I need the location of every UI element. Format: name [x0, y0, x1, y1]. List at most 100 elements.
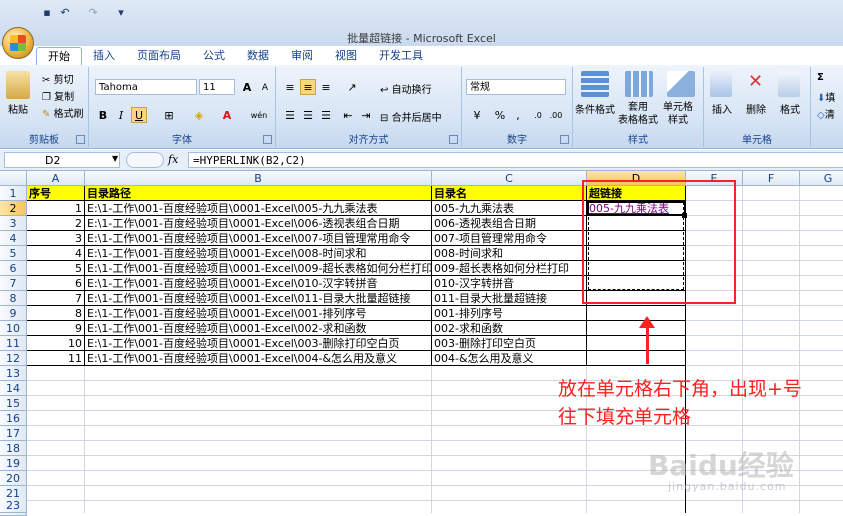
header-cell-seq[interactable]: 序号 [27, 186, 85, 201]
autosum-button[interactable]: Σ [817, 72, 824, 83]
cell-name[interactable]: 005-九九乘法表 [432, 201, 587, 216]
cell-seq[interactable]: 9 [27, 321, 85, 336]
align-right-icon[interactable]: ☰ [318, 107, 334, 123]
font-size-combo[interactable]: 11 [199, 79, 235, 95]
cell-path[interactable]: E:\1-工作\001-百度经验项目\0001-Excel\010-汉字转拼音 [85, 276, 432, 291]
cell-hyperlink[interactable] [587, 351, 686, 366]
conditional-formatting-icon[interactable] [581, 71, 609, 97]
border-icon[interactable]: ⊞ [161, 107, 177, 123]
row-header[interactable]: 7 [0, 276, 27, 291]
fill-button[interactable]: ⬇填 [817, 89, 835, 104]
cell-hyperlink[interactable] [587, 321, 686, 336]
decrease-indent-icon[interactable]: ⇤ [340, 107, 356, 123]
cell-path[interactable]: E:\1-工作\001-百度经验项目\0001-Excel\009-超长表格如何… [85, 261, 432, 276]
cell-seq[interactable]: 4 [27, 246, 85, 261]
delete-cells-icon[interactable]: ✕ [748, 73, 763, 91]
save-icon[interactable]: ▪ [40, 6, 54, 20]
align-bottom-icon[interactable]: ≡ [318, 79, 334, 95]
italic-button[interactable]: I [113, 107, 129, 123]
align-middle-icon[interactable]: ≡ [300, 79, 316, 95]
redo-icon[interactable]: ↷ [86, 6, 100, 20]
tab-data[interactable]: 数据 [236, 47, 280, 65]
grow-font-button[interactable]: A [239, 79, 255, 95]
cell-name[interactable]: 010-汉字转拼音 [432, 276, 587, 291]
row-header[interactable]: 3 [0, 216, 27, 231]
cell-seq[interactable]: 10 [27, 336, 85, 351]
cell-styles-icon[interactable] [667, 71, 695, 97]
conditional-formatting-button[interactable]: 条件格式 [575, 101, 615, 116]
row-header[interactable]: 9 [0, 306, 27, 321]
row-header[interactable]: 6 [0, 261, 27, 276]
copy-button[interactable]: ❐ 复制 [42, 88, 74, 103]
insert-cells-button[interactable]: 插入 [712, 101, 732, 116]
cell-path[interactable]: E:\1-工作\001-百度经验项目\0001-Excel\008-时间求和 [85, 246, 432, 261]
cut-button[interactable]: ✂ 剪切 [42, 71, 74, 86]
format-painter-button[interactable]: ✎ 格式刷 [42, 105, 84, 120]
cell-seq[interactable]: 8 [27, 306, 85, 321]
cell-hyperlink[interactable] [587, 336, 686, 351]
tab-view[interactable]: 视图 [324, 47, 368, 65]
cell-name[interactable]: 006-透视表组合日期 [432, 216, 587, 231]
orientation-icon[interactable]: ↗ [340, 79, 364, 95]
underline-button[interactable]: U [131, 107, 147, 123]
cell-seq[interactable]: 1 [27, 201, 85, 216]
shrink-font-button[interactable]: A [257, 79, 273, 95]
fill-color-icon[interactable]: ◈ [191, 107, 207, 123]
insert-cells-icon[interactable] [710, 71, 732, 97]
tab-home[interactable]: 开始 [36, 47, 82, 66]
tab-developer[interactable]: 开发工具 [368, 47, 434, 65]
font-launcher-icon[interactable] [263, 135, 272, 144]
cell-path[interactable]: E:\1-工作\001-百度经验项目\0001-Excel\006-透视表组合日… [85, 216, 432, 231]
row-header[interactable]: 14 [0, 381, 27, 396]
wrap-text-button[interactable]: ↩ 自动换行 [380, 81, 432, 96]
font-name-combo[interactable]: Tahoma [95, 79, 197, 95]
cell-path[interactable]: E:\1-工作\001-百度经验项目\0001-Excel\005-九九乘法表 [85, 201, 432, 216]
cell-seq[interactable]: 6 [27, 276, 85, 291]
header-cell-name[interactable]: 目录名 [432, 186, 587, 201]
paste-button[interactable]: 粘贴 [8, 101, 28, 116]
phonetic-button[interactable]: wén [247, 107, 271, 123]
cell-seq[interactable]: 5 [27, 261, 85, 276]
comma-button[interactable]: , [510, 107, 526, 123]
select-all-corner[interactable] [0, 171, 27, 186]
clear-button[interactable]: ◇清 [817, 106, 835, 121]
percent-button[interactable]: % [492, 107, 508, 123]
row-header[interactable]: 19 [0, 456, 27, 471]
merge-center-button[interactable]: ⊟ 合并后居中 [380, 109, 442, 124]
row-header[interactable]: 4 [0, 231, 27, 246]
align-left-icon[interactable]: ☰ [282, 107, 298, 123]
cell-name[interactable]: 002-求和函数 [432, 321, 587, 336]
formula-input[interactable]: =HYPERLINK(B2,C2) [188, 152, 843, 168]
row-header[interactable]: 1 [0, 186, 27, 201]
row-header[interactable]: 13 [0, 366, 27, 381]
row-header[interactable]: 2 [0, 201, 27, 216]
increase-indent-icon[interactable]: ⇥ [358, 107, 374, 123]
cell-name[interactable]: 004-&怎么用及意义 [432, 351, 587, 366]
row-header[interactable]: 20 [0, 471, 27, 486]
cell-name[interactable]: 008-时间求和 [432, 246, 587, 261]
cell-seq[interactable]: 11 [27, 351, 85, 366]
cell-styles-button[interactable]: 单元格 样式 [663, 101, 693, 127]
tab-insert[interactable]: 插入 [82, 47, 126, 65]
cell-hyperlink[interactable] [587, 306, 686, 321]
row-header[interactable]: 18 [0, 441, 27, 456]
delete-cells-button[interactable]: 删除 [746, 101, 766, 116]
cell-path[interactable]: E:\1-工作\001-百度经验项目\0001-Excel\003-删除打印空白… [85, 336, 432, 351]
clipboard-launcher-icon[interactable] [76, 135, 85, 144]
cell-seq[interactable]: 7 [27, 291, 85, 306]
cell-name[interactable]: 001-排列序号 [432, 306, 587, 321]
tab-page-layout[interactable]: 页面布局 [126, 47, 192, 65]
format-cells-icon[interactable] [778, 71, 800, 97]
font-color-icon[interactable]: A [219, 107, 235, 123]
alignment-launcher-icon[interactable] [449, 135, 458, 144]
office-button[interactable] [2, 27, 34, 59]
column-header-g[interactable]: G [800, 171, 843, 186]
name-box-dropdown-icon[interactable]: ▼ [112, 154, 118, 163]
cell-seq[interactable]: 3 [27, 231, 85, 246]
bold-button[interactable]: B [95, 107, 111, 123]
row-header[interactable]: 16 [0, 411, 27, 426]
column-header-f[interactable]: F [743, 171, 800, 186]
cell-path[interactable]: E:\1-工作\001-百度经验项目\0001-Excel\002-求和函数 [85, 321, 432, 336]
cell-path[interactable]: E:\1-工作\001-百度经验项目\0001-Excel\001-排列序号 [85, 306, 432, 321]
number-format-combo[interactable]: 常规 [466, 79, 566, 95]
